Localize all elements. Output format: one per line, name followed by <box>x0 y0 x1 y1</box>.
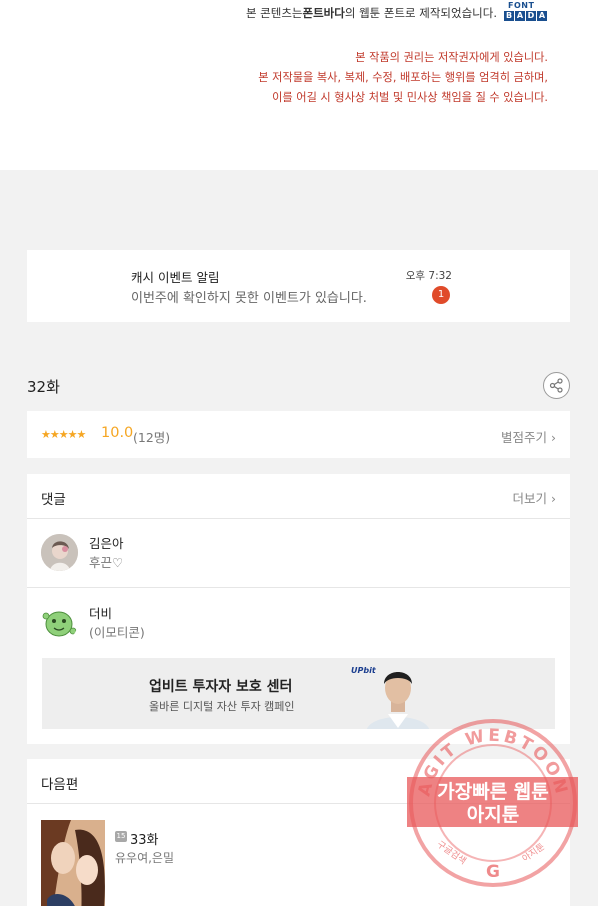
comment-author: 김은아 <box>89 536 124 551</box>
star-rating-icons: ★★★★★ <box>41 428 86 441</box>
ad-model-image <box>358 662 438 729</box>
notification-title: 캐시 이벤트 알림 <box>131 270 220 285</box>
comment-author: 더비 <box>89 606 113 621</box>
avatar <box>41 534 78 571</box>
rights-line: 본 저작물을 복사, 복제, 수정, 배포하는 행위를 엄격히 금하며, <box>258 71 548 84</box>
avatar <box>41 604 78 641</box>
rate-button[interactable]: 별점주기 › <box>501 427 556 446</box>
fontbada-logo-letter: A <box>515 11 525 21</box>
comments-section: 댓글 더보기 › 김은아 후끈♡ 더비 (이모티콘) 업비트 투자자 보호 센터… <box>27 474 570 744</box>
share-icon <box>549 378 563 393</box>
fontbada-logo-letter: A <box>537 11 547 21</box>
comments-header: 댓글 더보기 › <box>27 474 570 519</box>
next-episode-name[interactable]: 33화 <box>130 829 159 848</box>
rating-score: 10.0 <box>101 425 134 441</box>
font-credit-prefix: 본 콘텐츠는 <box>245 6 303 20</box>
ad-title: 업비트 투자자 보호 센터 <box>149 679 293 695</box>
rating-count: (12명) <box>133 430 171 445</box>
episode-title: 32화 <box>27 378 60 396</box>
comments-title: 댓글 <box>41 492 66 508</box>
comment-item[interactable]: 김은아 후끈♡ <box>27 519 570 588</box>
cash-event-notification[interactable]: 캐시 이벤트 알림 이번주에 확인하지 못한 이벤트가 있습니다. 오후 7:3… <box>27 250 570 322</box>
next-episode-authors: 유우여,은밀 <box>115 851 175 865</box>
font-credit-brand: 폰트바다 <box>302 6 345 20</box>
upbit-ad-banner[interactable]: 업비트 투자자 보호 센터 올바른 디지털 자산 투자 캠페인 UPbit <box>42 658 555 729</box>
notification-time: 오후 7:32 <box>405 270 452 282</box>
next-episode-header: 다음편 <box>27 759 570 804</box>
next-episode-title: 다음편 <box>41 777 79 793</box>
next-episode-thumbnail[interactable] <box>41 820 105 906</box>
age-rating-badge: 15 <box>115 831 127 842</box>
comment-text: 후끈♡ <box>89 555 124 570</box>
rights-notice: 본 작품의 권리는 저작권자에게 있습니다. 본 저작물을 복사, 복제, 수정… <box>258 48 548 108</box>
ad-subtitle: 올바른 디지털 자산 투자 캠페인 <box>149 700 295 713</box>
fontbada-logo-letter: D <box>526 11 536 21</box>
fontbada-logo: FONT B A D A <box>504 1 548 24</box>
fontbada-logo-letters: B A D A <box>504 11 548 21</box>
copyright-notice-area: 본 콘텐츠는 폰트바다 의 웹툰 폰트로 제작되었습니다. FONT B A D… <box>0 0 598 170</box>
next-episode-section: 다음편 15 33화 유우여,은밀 <box>27 759 570 906</box>
font-credit-line: 본 콘텐츠는 폰트바다 의 웹툰 폰트로 제작되었습니다. FONT B A D… <box>245 1 548 24</box>
comment-text: (이모티콘) <box>89 625 145 640</box>
font-credit-suffix: 의 웹툰 폰트로 제작되었습니다. <box>344 6 497 20</box>
rights-line: 본 작품의 권리는 저작권자에게 있습니다. <box>355 51 548 64</box>
rights-line: 이를 어길 시 형사상 처벌 및 민사상 책임을 질 수 있습니다. <box>272 91 548 104</box>
comments-more-button[interactable]: 더보기 › <box>513 488 556 507</box>
fontbada-logo-letter: B <box>504 11 514 21</box>
share-button[interactable] <box>543 372 570 399</box>
notification-badge: 1 <box>432 286 450 304</box>
notification-body: 이번주에 확인하지 못한 이벤트가 있습니다. <box>131 291 367 306</box>
rating-bar: ★★★★★ 10.0 (12명) 별점주기 › <box>27 411 570 458</box>
fontbada-logo-top: FONT <box>508 1 535 10</box>
comment-item[interactable]: 더비 (이모티콘) <box>27 589 570 658</box>
